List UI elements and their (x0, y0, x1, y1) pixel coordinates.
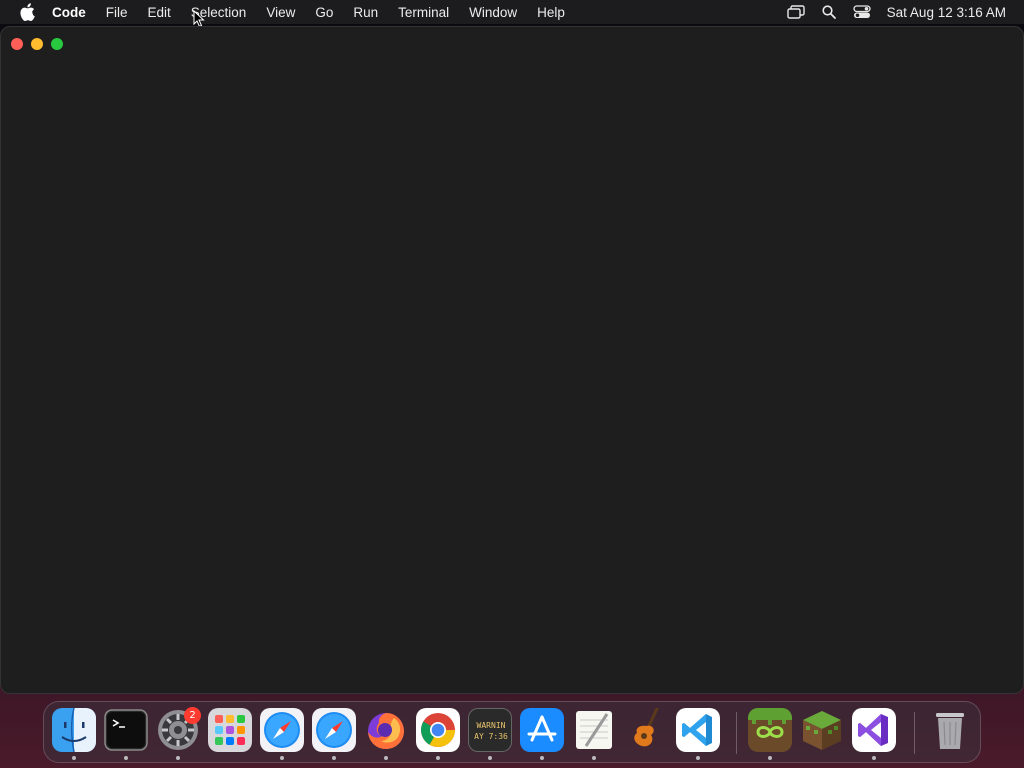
running-indicator (176, 756, 180, 760)
running-indicator (540, 756, 544, 760)
safari-icon[interactable] (312, 708, 356, 752)
running-indicator (696, 756, 700, 760)
running-indicator (280, 756, 284, 760)
app-store-icon[interactable] (520, 708, 564, 752)
dock: 2 WARNIN AY 7:36 (43, 701, 981, 763)
menu-view[interactable]: View (266, 5, 295, 20)
screen-mirroring-icon[interactable] (786, 2, 806, 22)
running-indicator (384, 756, 388, 760)
garageband-icon[interactable] (624, 701, 668, 752)
dock-divider (736, 712, 737, 754)
running-indicator (872, 756, 876, 760)
console-icon[interactable]: WARNIN AY 7:36 (468, 708, 512, 752)
chrome-icon[interactable] (416, 708, 460, 752)
minecraft-icon[interactable] (800, 708, 844, 752)
running-indicator (72, 756, 76, 760)
dock-divider (914, 712, 915, 754)
menu-file[interactable]: File (106, 5, 128, 20)
console-text: WARNIN AY 7:36 (469, 709, 511, 751)
control-center-icon[interactable] (852, 2, 872, 22)
minecraft-launcher-icon[interactable] (748, 708, 792, 752)
safari-icon[interactable] (260, 708, 304, 752)
textedit-icon[interactable] (572, 708, 616, 752)
search-icon[interactable] (819, 2, 839, 22)
console-line-1: WARNIN (476, 721, 506, 730)
running-indicator (436, 756, 440, 760)
menu-edit[interactable]: Edit (148, 5, 171, 20)
running-indicator (332, 756, 336, 760)
menu-window[interactable]: Window (469, 5, 517, 20)
vscode-window (0, 26, 1024, 694)
vscode-icon[interactable] (676, 708, 720, 752)
menu-bar: Code File Edit Selection View Go Run Ter… (0, 0, 1024, 24)
terminal-icon[interactable] (104, 708, 148, 752)
firefox-icon[interactable] (364, 708, 408, 752)
close-button[interactable] (11, 38, 23, 50)
running-indicator (768, 756, 772, 760)
console-line-2: AY 7:36 (474, 732, 508, 741)
apple-menu-icon[interactable] (17, 2, 37, 22)
launchpad-icon[interactable] (208, 708, 252, 752)
minimize-button[interactable] (31, 38, 43, 50)
notification-badge: 2 (184, 707, 201, 724)
running-indicator (124, 756, 128, 760)
menu-terminal[interactable]: Terminal (398, 5, 449, 20)
running-indicator (488, 756, 492, 760)
menu-help[interactable]: Help (537, 5, 565, 20)
trash-icon[interactable] (928, 708, 972, 752)
running-indicator (592, 756, 596, 760)
visual-studio-icon[interactable] (852, 708, 896, 752)
menu-run[interactable]: Run (353, 5, 378, 20)
window-controls (11, 38, 71, 50)
maximize-button[interactable] (51, 38, 63, 50)
menu-bar-clock[interactable]: Sat Aug 12 3:16 AM (887, 5, 1006, 20)
menu-app-name[interactable]: Code (52, 5, 86, 20)
finder-icon[interactable] (52, 708, 96, 752)
menu-go[interactable]: Go (315, 5, 333, 20)
